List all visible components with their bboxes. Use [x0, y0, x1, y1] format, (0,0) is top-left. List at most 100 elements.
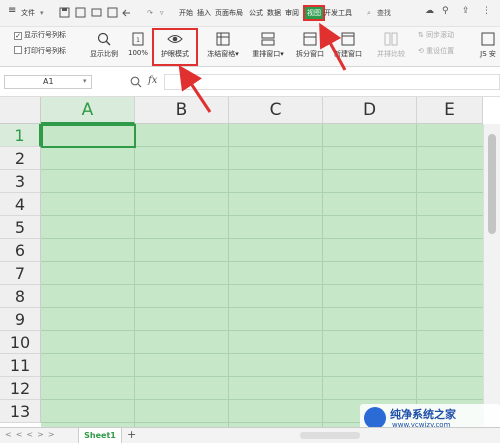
checkbox-checked[interactable]: ✓	[14, 32, 22, 40]
freeze-panes-button[interactable]: 冻结窗格▾	[203, 32, 243, 59]
add-sheet-icon[interactable]: +	[127, 428, 136, 441]
split-label: 拆分窗口	[296, 50, 324, 58]
sheet-tab-label: Sheet1	[84, 431, 116, 440]
menu-file[interactable]: 文件	[21, 8, 35, 18]
checkbox-unchecked[interactable]	[14, 46, 22, 54]
row-header-10[interactable]: 10	[0, 331, 41, 354]
show-row-col-label: 显示行号列标	[24, 31, 66, 39]
arrange-windows-button[interactable]: 重排窗口▾	[248, 32, 288, 59]
sheet-tab-sheet1[interactable]: Sheet1	[78, 428, 122, 443]
watermark-title: 纯净系统之家	[390, 408, 456, 421]
column-header-b[interactable]: B	[135, 97, 229, 124]
js-macro-button[interactable]: JS 安	[476, 32, 500, 59]
reset-position-label: 重设位置	[426, 47, 455, 55]
new-window-label: 新建窗口	[334, 50, 362, 58]
tab-insert[interactable]: 插入	[197, 8, 211, 18]
selected-cell-a1[interactable]	[41, 124, 136, 148]
row-header-13[interactable]: 13	[0, 400, 41, 423]
column-header-e[interactable]: E	[417, 97, 483, 124]
hamburger-icon[interactable]: ≡	[8, 6, 16, 16]
export-icon	[75, 7, 86, 18]
row-header-4[interactable]: 4	[0, 193, 41, 216]
vertical-scrollbar[interactable]	[483, 124, 500, 427]
magnifier-icon	[97, 32, 111, 46]
search-icon[interactable]: ⌕	[367, 8, 371, 18]
side-by-side-button[interactable]: 并排比较	[373, 32, 409, 59]
quick-access-toolbar	[59, 7, 130, 18]
customize-chevron-icon[interactable]: ▿	[160, 8, 164, 18]
side-by-side-label: 并排比较	[377, 50, 405, 58]
js-icon	[481, 32, 495, 46]
tab-home[interactable]: 开始	[179, 8, 193, 18]
formula-input[interactable]	[164, 74, 500, 90]
cell-reference: A1	[43, 77, 54, 86]
tab-formulas[interactable]: 公式	[249, 8, 263, 18]
show-row-col-checkbox[interactable]: ✓ 显示行号列标	[14, 30, 66, 40]
chevron-down-icon[interactable]: ▾	[83, 77, 87, 85]
search-label[interactable]: 查找	[377, 8, 391, 18]
sheet-nav-arrows-icon[interactable]: <<<>>	[5, 430, 59, 439]
watermark-logo-icon	[364, 407, 386, 429]
sheet-tab-bar: <<<>> Sheet1 +	[0, 427, 500, 443]
row-header-11[interactable]: 11	[0, 354, 41, 377]
column-header-d[interactable]: D	[323, 97, 417, 124]
annotation-box-eye-mode	[152, 28, 198, 66]
cloud-icon[interactable]: ☁	[425, 6, 434, 16]
dropdown-arrow-icon: ▾	[235, 50, 239, 58]
select-all-corner[interactable]	[0, 97, 41, 124]
arrange-label: 重排窗口	[252, 50, 281, 58]
side-by-side-icon	[384, 32, 398, 46]
row-header-3[interactable]: 3	[0, 170, 41, 193]
row-header-2[interactable]: 2	[0, 147, 41, 170]
freeze-icon	[216, 32, 230, 46]
tab-developer[interactable]: 开发工具	[324, 8, 352, 18]
zoom-100-label: 100%	[127, 49, 148, 57]
reset-position-icon: ⟲	[418, 47, 424, 55]
more-icon[interactable]: ⋮	[482, 6, 491, 16]
split-icon	[303, 32, 317, 46]
zoom-100-icon: 1	[132, 32, 144, 46]
row-header-5[interactable]: 5	[0, 216, 41, 239]
row-header-7[interactable]: 7	[0, 262, 41, 285]
collaborate-icon[interactable]: ⚲	[442, 6, 449, 16]
tab-view[interactable]: 视图	[303, 5, 325, 21]
cell-grid[interactable]	[41, 124, 483, 427]
tab-page-layout[interactable]: 页面布局	[215, 8, 243, 18]
column-header-a[interactable]: A	[41, 97, 135, 124]
split-window-button[interactable]: 拆分窗口	[292, 32, 328, 59]
row-header-12[interactable]: 12	[0, 377, 41, 400]
new-window-button[interactable]: 新建窗口	[330, 32, 366, 59]
reset-position-button[interactable]: ⟲ 重设位置	[418, 46, 454, 56]
js-label: JS 安	[480, 50, 496, 58]
save-icon-tab	[62, 8, 67, 11]
new-window-icon	[341, 32, 355, 46]
print-icon	[91, 8, 102, 17]
undo-icon	[122, 9, 130, 17]
preview-icon	[107, 7, 118, 18]
scrollbar-thumb[interactable]	[488, 134, 496, 234]
redo-icon[interactable]: ↷	[147, 8, 153, 18]
row-header-8[interactable]: 8	[0, 285, 41, 308]
column-header-c[interactable]: C	[229, 97, 323, 124]
row-header-6[interactable]: 6	[0, 239, 41, 262]
arrange-icon	[261, 32, 275, 46]
fx-icon[interactable]: fx	[148, 75, 157, 86]
share-icon[interactable]: ⇪	[462, 6, 470, 16]
chevron-down-icon[interactable]: ▾	[40, 8, 44, 18]
tab-data[interactable]: 数据	[267, 8, 281, 18]
sync-scroll-icon: ⇅	[418, 31, 424, 39]
show-ratio-button[interactable]: 显示比例	[86, 32, 122, 59]
freeze-label: 冻结窗格	[207, 50, 236, 58]
sync-scroll-button[interactable]: ⇅ 同步滚动	[418, 30, 454, 40]
svg-text:1: 1	[136, 37, 140, 44]
name-box[interactable]: A1 ▾	[4, 75, 92, 89]
view-ribbon: ✓ 显示行号列标 打印行号列标 显示比例 1 100% 护眼模式 冻结窗格▾ 重排…	[0, 27, 500, 67]
dropdown-arrow-icon: ▾	[280, 50, 284, 58]
print-row-col-checkbox[interactable]: 打印行号列标	[14, 46, 66, 56]
row-header-1[interactable]: 1	[0, 124, 41, 147]
horizontal-scrollbar[interactable]	[300, 432, 360, 439]
tab-review[interactable]: 审阅	[285, 8, 299, 18]
zoom-100-button[interactable]: 1 100%	[124, 32, 152, 57]
row-header-9[interactable]: 9	[0, 308, 41, 331]
zoom-search-icon[interactable]	[130, 76, 142, 88]
